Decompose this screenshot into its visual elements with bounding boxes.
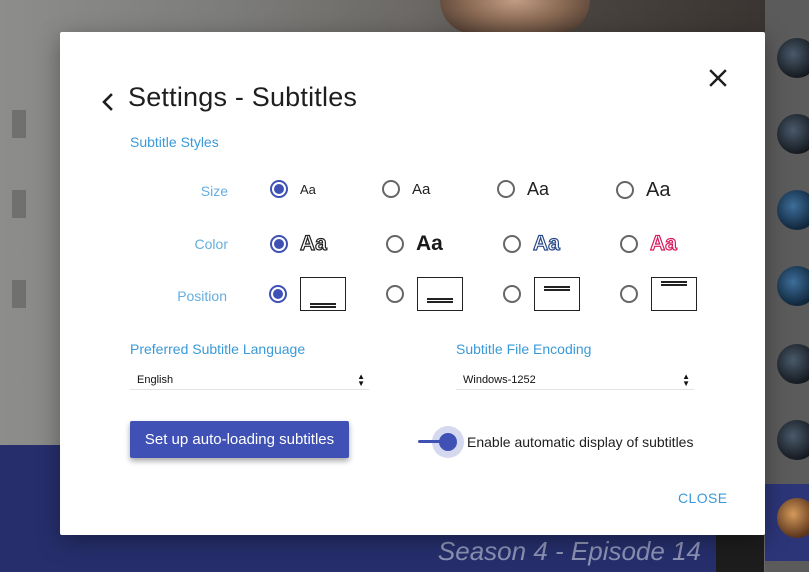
size-sample: Aa bbox=[412, 180, 431, 198]
auto-display-toggle[interactable] bbox=[418, 426, 464, 458]
back-button[interactable] bbox=[98, 90, 118, 114]
radio-selected[interactable] bbox=[269, 285, 287, 303]
episode-thumbnail[interactable] bbox=[777, 420, 809, 460]
close-icon bbox=[709, 69, 727, 87]
position-preview-lower bbox=[417, 277, 463, 311]
size-option-medium[interactable]: Aa bbox=[382, 180, 430, 198]
position-preview-bottom bbox=[300, 277, 346, 311]
episode-thumbnail[interactable] bbox=[777, 114, 809, 154]
close-link-button[interactable]: CLOSE bbox=[678, 490, 727, 506]
episode-thumbnail[interactable] bbox=[777, 38, 809, 78]
position-preview-top bbox=[534, 277, 580, 311]
scene-detail bbox=[12, 190, 26, 218]
episode-thumbnail[interactable] bbox=[777, 190, 809, 230]
scene-figure bbox=[440, 0, 590, 34]
radio-unselected[interactable] bbox=[386, 285, 404, 303]
encoding-select[interactable]: Windows-1252 ▲ ▼ bbox=[456, 370, 694, 390]
position-option-top[interactable] bbox=[503, 277, 580, 311]
chevron-left-icon bbox=[102, 93, 113, 111]
language-label: Preferred Subtitle Language bbox=[130, 341, 306, 357]
episode-side-panel bbox=[765, 0, 809, 572]
language-select[interactable]: English ▲ ▼ bbox=[130, 370, 369, 390]
size-option-xlarge[interactable]: Aa bbox=[616, 180, 670, 200]
language-value: English bbox=[137, 373, 174, 386]
position-option-bottom[interactable] bbox=[269, 277, 346, 311]
size-sample: Aa bbox=[527, 179, 550, 199]
auto-display-label: Enable automatic display of subtitles bbox=[467, 434, 694, 450]
color-sample: Aa bbox=[649, 232, 677, 255]
position-option-upper[interactable] bbox=[620, 277, 697, 311]
radio-selected[interactable] bbox=[270, 180, 288, 198]
radio-unselected[interactable] bbox=[382, 180, 400, 198]
position-label: Position bbox=[177, 288, 227, 304]
color-option-pink-outline[interactable]: Aa bbox=[620, 232, 677, 255]
toggle-knob[interactable] bbox=[439, 433, 457, 451]
position-option-lower[interactable] bbox=[386, 277, 463, 311]
radio-unselected[interactable] bbox=[620, 285, 638, 303]
color-label: Color bbox=[194, 236, 228, 252]
radio-selected[interactable] bbox=[270, 234, 288, 253]
size-option-large[interactable]: Aa bbox=[497, 180, 549, 198]
radio-unselected[interactable] bbox=[616, 181, 634, 199]
section-heading-subtitle-styles: Subtitle Styles bbox=[130, 134, 219, 150]
color-option-black[interactable]: Aa bbox=[386, 233, 443, 254]
color-sample: Aa bbox=[416, 232, 443, 255]
autoload-subtitles-button[interactable]: Set up auto-loading subtitles bbox=[130, 421, 349, 458]
close-button[interactable] bbox=[706, 66, 730, 90]
size-label: Size bbox=[200, 183, 228, 199]
encoding-value: Windows-1252 bbox=[463, 373, 536, 386]
radio-unselected[interactable] bbox=[620, 234, 638, 253]
size-sample: Aa bbox=[300, 181, 316, 197]
radio-unselected[interactable] bbox=[497, 180, 515, 198]
select-arrows-icon: ▲ ▼ bbox=[682, 371, 690, 388]
radio-unselected[interactable] bbox=[503, 285, 521, 303]
episode-thumbnail[interactable] bbox=[777, 266, 809, 306]
size-sample: Aa bbox=[646, 179, 671, 201]
episode-thumbnail[interactable] bbox=[777, 498, 809, 538]
episode-thumbnail[interactable] bbox=[777, 344, 809, 384]
radio-unselected[interactable] bbox=[503, 234, 521, 253]
color-option-blue-outline[interactable]: Aa bbox=[503, 232, 560, 255]
radio-unselected[interactable] bbox=[386, 234, 404, 253]
scene-detail bbox=[12, 280, 26, 308]
encoding-label: Subtitle File Encoding bbox=[456, 341, 592, 357]
settings-dialog: Settings - Subtitles Subtitle Styles Siz… bbox=[60, 32, 765, 535]
position-preview-upper bbox=[651, 277, 697, 311]
scene-detail bbox=[12, 110, 26, 138]
color-sample: Aa bbox=[299, 232, 327, 255]
size-option-small[interactable]: Aa bbox=[270, 180, 316, 198]
episode-caption: Season 4 - Episode 14 bbox=[437, 536, 701, 566]
color-sample: Aa bbox=[532, 232, 560, 255]
select-arrows-icon: ▲ ▼ bbox=[357, 371, 365, 388]
dialog-title: Settings - Subtitles bbox=[128, 82, 358, 112]
color-option-white-outline[interactable]: Aa bbox=[270, 232, 327, 255]
